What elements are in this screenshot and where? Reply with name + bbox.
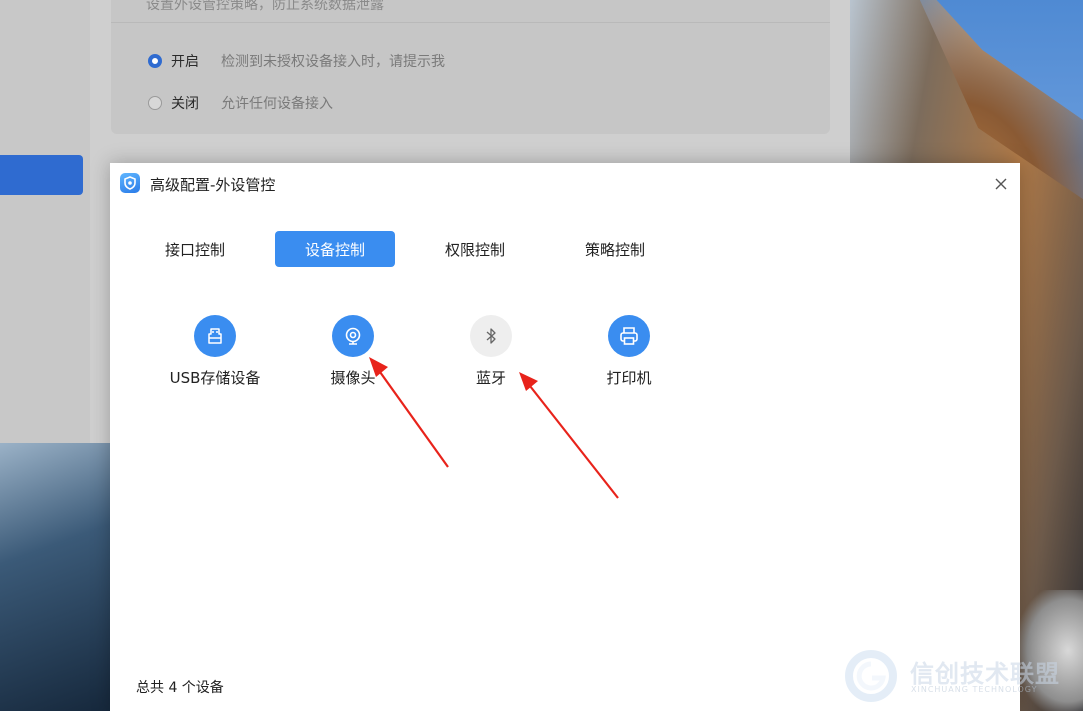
wallpaper-snow-slope	[0, 440, 110, 711]
watermark-subtitle: XINCHUANG TECHNOLOGY	[911, 685, 1038, 694]
bluetooth-icon[interactable]	[470, 315, 512, 357]
dialog-titlebar: 高级配置-外设管控	[110, 163, 1020, 203]
device-list: USB存储设备 摄像头 蓝牙 打印机	[160, 315, 712, 388]
camera-icon[interactable]	[332, 315, 374, 357]
device-label: USB存储设备	[169, 369, 261, 387]
option-label: 开启	[171, 54, 199, 70]
device-camera[interactable]: 摄像头	[298, 315, 408, 388]
shield-app-icon	[120, 173, 140, 193]
device-usb-storage[interactable]: USB存储设备	[160, 315, 270, 388]
radio-selected-icon[interactable]	[148, 54, 162, 68]
usb-storage-icon[interactable]	[194, 315, 236, 357]
device-printer[interactable]: 打印机	[574, 315, 684, 388]
background-sidebar-active-item[interactable]	[0, 155, 83, 195]
option-label: 关闭	[171, 96, 199, 112]
watermark: 信创技术联盟 XINCHUANG TECHNOLOGY	[845, 648, 1080, 704]
tab-bar: 接口控制 设备控制 权限控制 策略控制	[135, 231, 695, 267]
radio-unselected-icon[interactable]	[148, 96, 162, 110]
tab-interface-control[interactable]: 接口控制	[135, 231, 255, 267]
background-card-divider	[111, 22, 830, 23]
background-card-description: 设置外设管控策略，防止系统数据泄露	[146, 0, 384, 13]
background-option-on[interactable]: 开启 检测到未授权设备接入时，请提示我	[148, 51, 445, 71]
device-label: 打印机	[606, 369, 652, 387]
tab-policy-control[interactable]: 策略控制	[555, 231, 675, 267]
device-label: 摄像头	[330, 369, 376, 387]
close-button[interactable]	[990, 173, 1012, 195]
background-sidebar	[0, 0, 90, 443]
tab-permission-control[interactable]: 权限控制	[415, 231, 535, 267]
device-bluetooth[interactable]: 蓝牙	[436, 315, 546, 388]
device-label: 蓝牙	[475, 369, 506, 387]
printer-icon[interactable]	[608, 315, 650, 357]
option-hint: 允许任何设备接入	[221, 96, 333, 112]
close-icon	[995, 178, 1007, 190]
background-option-off[interactable]: 关闭 允许任何设备接入	[148, 93, 333, 113]
watermark-title: 信创技术联盟	[910, 660, 1060, 688]
option-hint: 检测到未授权设备接入时，请提示我	[221, 54, 445, 70]
dialog-title: 高级配置-外设管控	[150, 176, 276, 194]
advanced-config-dialog: 高级配置-外设管控 接口控制 设备控制 权限控制 策略控制 USB存储设备 摄像…	[110, 163, 1020, 711]
device-total-count: 总共 4 个设备	[136, 680, 224, 696]
tab-device-control[interactable]: 设备控制	[275, 231, 395, 267]
watermark-logo-icon	[845, 650, 897, 702]
